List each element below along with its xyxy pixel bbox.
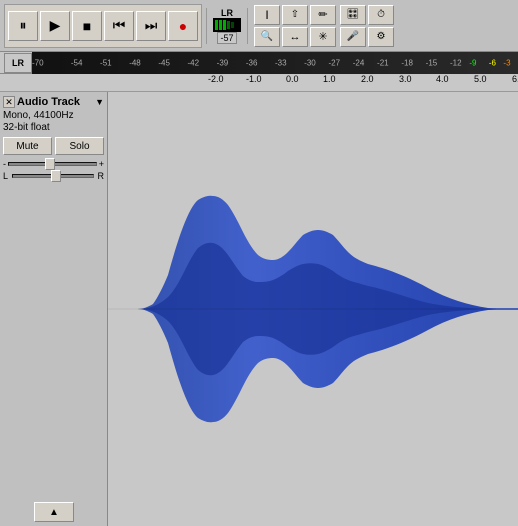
db-tick: -36	[246, 58, 258, 67]
pause-button[interactable]: ⏸	[8, 11, 38, 41]
db-tick-6: -6	[489, 58, 496, 67]
bottom-bar: ▲	[0, 498, 108, 526]
db-tick: -15	[426, 58, 438, 67]
level-bar: LR -70 -54 -51 -48 -45 -42 -39 -36 -33 -…	[0, 52, 518, 74]
track-name: Audio Track	[15, 96, 95, 108]
pan-thumb[interactable]	[51, 170, 61, 182]
mute-button[interactable]: Mute	[3, 137, 52, 155]
volume-slider-row: - +	[3, 159, 104, 169]
toolbar-separator	[206, 8, 207, 44]
time-tick: 3.0	[399, 74, 412, 84]
collapse-button[interactable]: ▲	[34, 502, 74, 522]
lr-label: LR	[221, 8, 233, 18]
db-tick: -54	[71, 58, 83, 67]
db-tick-9: -9	[469, 58, 476, 67]
pan-slider[interactable]	[12, 174, 93, 178]
multi-tool[interactable]: ✳	[310, 27, 336, 47]
pan-r-label: R	[98, 171, 105, 181]
pan-l-label: L	[3, 171, 8, 181]
select-tool[interactable]: ⇧	[282, 5, 308, 25]
time-tick: -2.0	[208, 74, 224, 84]
time-tick: 5.0	[474, 74, 487, 84]
db-tick: -39	[217, 58, 229, 67]
lr-badge: LR	[4, 53, 32, 73]
extra-tools: 🎛 ⏱ 🎤 ⚙	[340, 5, 394, 47]
record-button[interactable]: ●	[168, 11, 198, 41]
volume-thumb[interactable]	[45, 158, 55, 170]
mic-tool[interactable]: 🎤	[340, 27, 366, 47]
track-info-1: Mono, 44100Hz	[3, 110, 104, 121]
stop-button[interactable]: ■	[72, 11, 102, 41]
time-tool[interactable]: ⏱	[368, 5, 394, 25]
tool-buttons: I ⇧ ✏ 🔍 ↔ ✳	[254, 5, 336, 47]
toolbar-sep2	[247, 8, 248, 44]
skip-fwd-button[interactable]: ⏭	[136, 11, 166, 41]
cursor-tool[interactable]: I	[254, 5, 280, 25]
extra-tool[interactable]: ⚙	[368, 27, 394, 47]
solo-button[interactable]: Solo	[55, 137, 104, 155]
db-tick: -21	[377, 58, 389, 67]
pan-slider-row: L R	[3, 171, 104, 181]
main-area: ✕ Audio Track ▼ Mono, 44100Hz 32-bit flo…	[0, 92, 518, 526]
db-tick: -70	[32, 58, 44, 67]
time-tick: 4.0	[436, 74, 449, 84]
track-mute-solo: Mute Solo	[3, 137, 104, 155]
time-tick: 1.0	[323, 74, 336, 84]
db-tick: -24	[353, 58, 365, 67]
waveform-svg	[108, 92, 518, 526]
draw-tool[interactable]: ✏	[310, 5, 336, 25]
track-header: ✕ Audio Track ▼	[3, 96, 104, 108]
track-expand-arrow[interactable]: ▼	[95, 97, 104, 107]
time-ruler: -2.0 -1.0 0.0 1.0 2.0 3.0 4.0 5.0 6.0 7.…	[0, 74, 518, 92]
play-button[interactable]: ▶	[40, 11, 70, 41]
db-tick: -51	[100, 58, 112, 67]
time-tick: 6.0	[512, 74, 518, 84]
db-tick: -27	[328, 58, 340, 67]
env-tool[interactable]: 🎛	[340, 5, 366, 25]
db-readout: -57	[217, 32, 236, 44]
track-info-2: 32-bit float	[3, 122, 104, 133]
time-tick: -1.0	[246, 74, 262, 84]
track-controls: ✕ Audio Track ▼ Mono, 44100Hz 32-bit flo…	[0, 92, 108, 526]
toolbar: ⏸ ▶ ■ ⏮ ⏭ ● LR -57 I ⇧ ✏ 🔍 ↔ ✳ 🎛 ⏱ 🎤 ⚙	[0, 0, 518, 52]
transport-controls: ⏸ ▶ ■ ⏮ ⏭ ●	[4, 4, 202, 48]
skip-back-button[interactable]: ⏮	[104, 11, 134, 41]
db-tick: -48	[129, 58, 141, 67]
time-tick: 2.0	[361, 74, 374, 84]
db-tick: -33	[275, 58, 287, 67]
zoom-fit-tool[interactable]: ↔	[282, 27, 308, 47]
zoom-in-tool[interactable]: 🔍	[254, 27, 280, 47]
vol-minus: -	[3, 159, 6, 169]
db-tick: -42	[188, 58, 200, 67]
track-close-button[interactable]: ✕	[3, 96, 15, 108]
db-tick: -18	[401, 58, 413, 67]
waveform-area[interactable]: 1.0 0.9 0.8 0.7 0.6 0.5 0.4 0.3 0.2 0.1 …	[108, 92, 518, 526]
db-tick: -30	[304, 58, 316, 67]
db-tick: -45	[158, 58, 170, 67]
time-tick: 0.0	[286, 74, 299, 84]
lr-indicator: LR -57	[213, 8, 241, 44]
db-tick: -12	[450, 58, 462, 67]
vu-bar	[213, 18, 241, 32]
db-ruler: -70 -54 -51 -48 -45 -42 -39 -36 -33 -30 …	[32, 52, 518, 74]
db-tick-3: -3	[503, 58, 510, 67]
vol-plus: +	[99, 159, 104, 169]
volume-slider[interactable]	[8, 162, 97, 166]
